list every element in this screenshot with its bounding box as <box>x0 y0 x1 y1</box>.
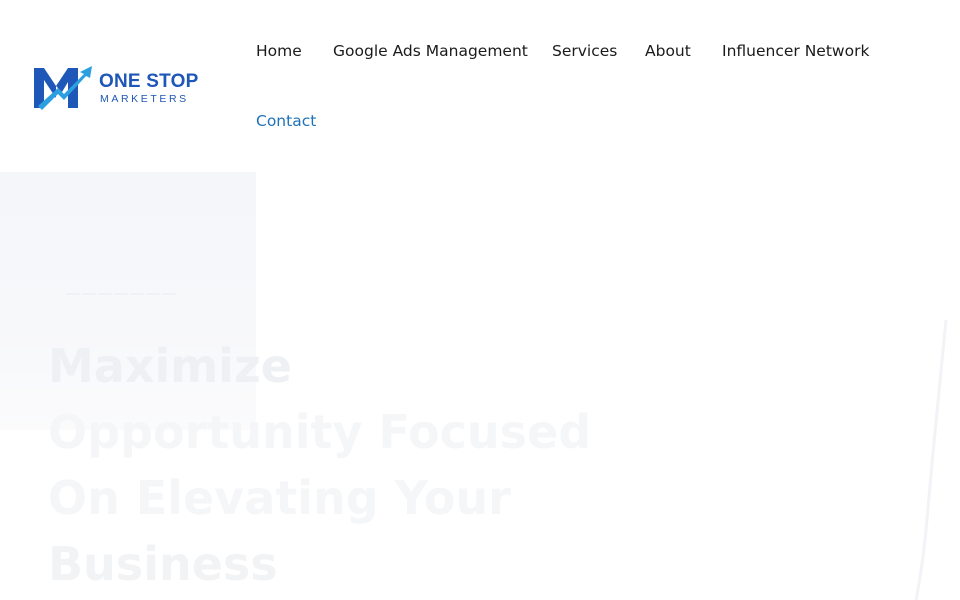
hero-kicker-text: ——————— <box>66 284 178 302</box>
site-header: ONE STOP MARKETERS Home Google Ads Manag… <box>0 0 960 172</box>
main-nav: Home Google Ads Management Services Abou… <box>256 0 916 172</box>
hero-heading-line-2: Opportunity Focused <box>48 405 592 459</box>
logo-m-arrow-icon <box>34 66 92 110</box>
hero-heading-line-1: Maximize <box>48 339 292 393</box>
nav-about[interactable]: About <box>645 41 691 61</box>
nav-google-ads-management[interactable]: Google Ads Management <box>333 41 528 61</box>
nav-home[interactable]: Home <box>256 41 302 61</box>
hero-decorative-curve <box>914 320 948 600</box>
hero-section: ——————— Maximize Opportunity Focused On … <box>0 172 960 600</box>
hero-heading-line-3: On Elevating Your <box>48 471 511 525</box>
nav-services[interactable]: Services <box>552 41 617 61</box>
logo-title: ONE STOP <box>99 71 199 92</box>
hero-heading-line-4: Business <box>48 537 278 591</box>
nav-contact[interactable]: Contact <box>256 111 316 131</box>
logo-subtitle: MARKETERS <box>100 93 189 105</box>
page: ONE STOP MARKETERS Home Google Ads Manag… <box>0 0 960 600</box>
brand-logo[interactable]: ONE STOP MARKETERS <box>32 62 198 112</box>
nav-influencer-network[interactable]: Influencer Network <box>722 41 869 61</box>
